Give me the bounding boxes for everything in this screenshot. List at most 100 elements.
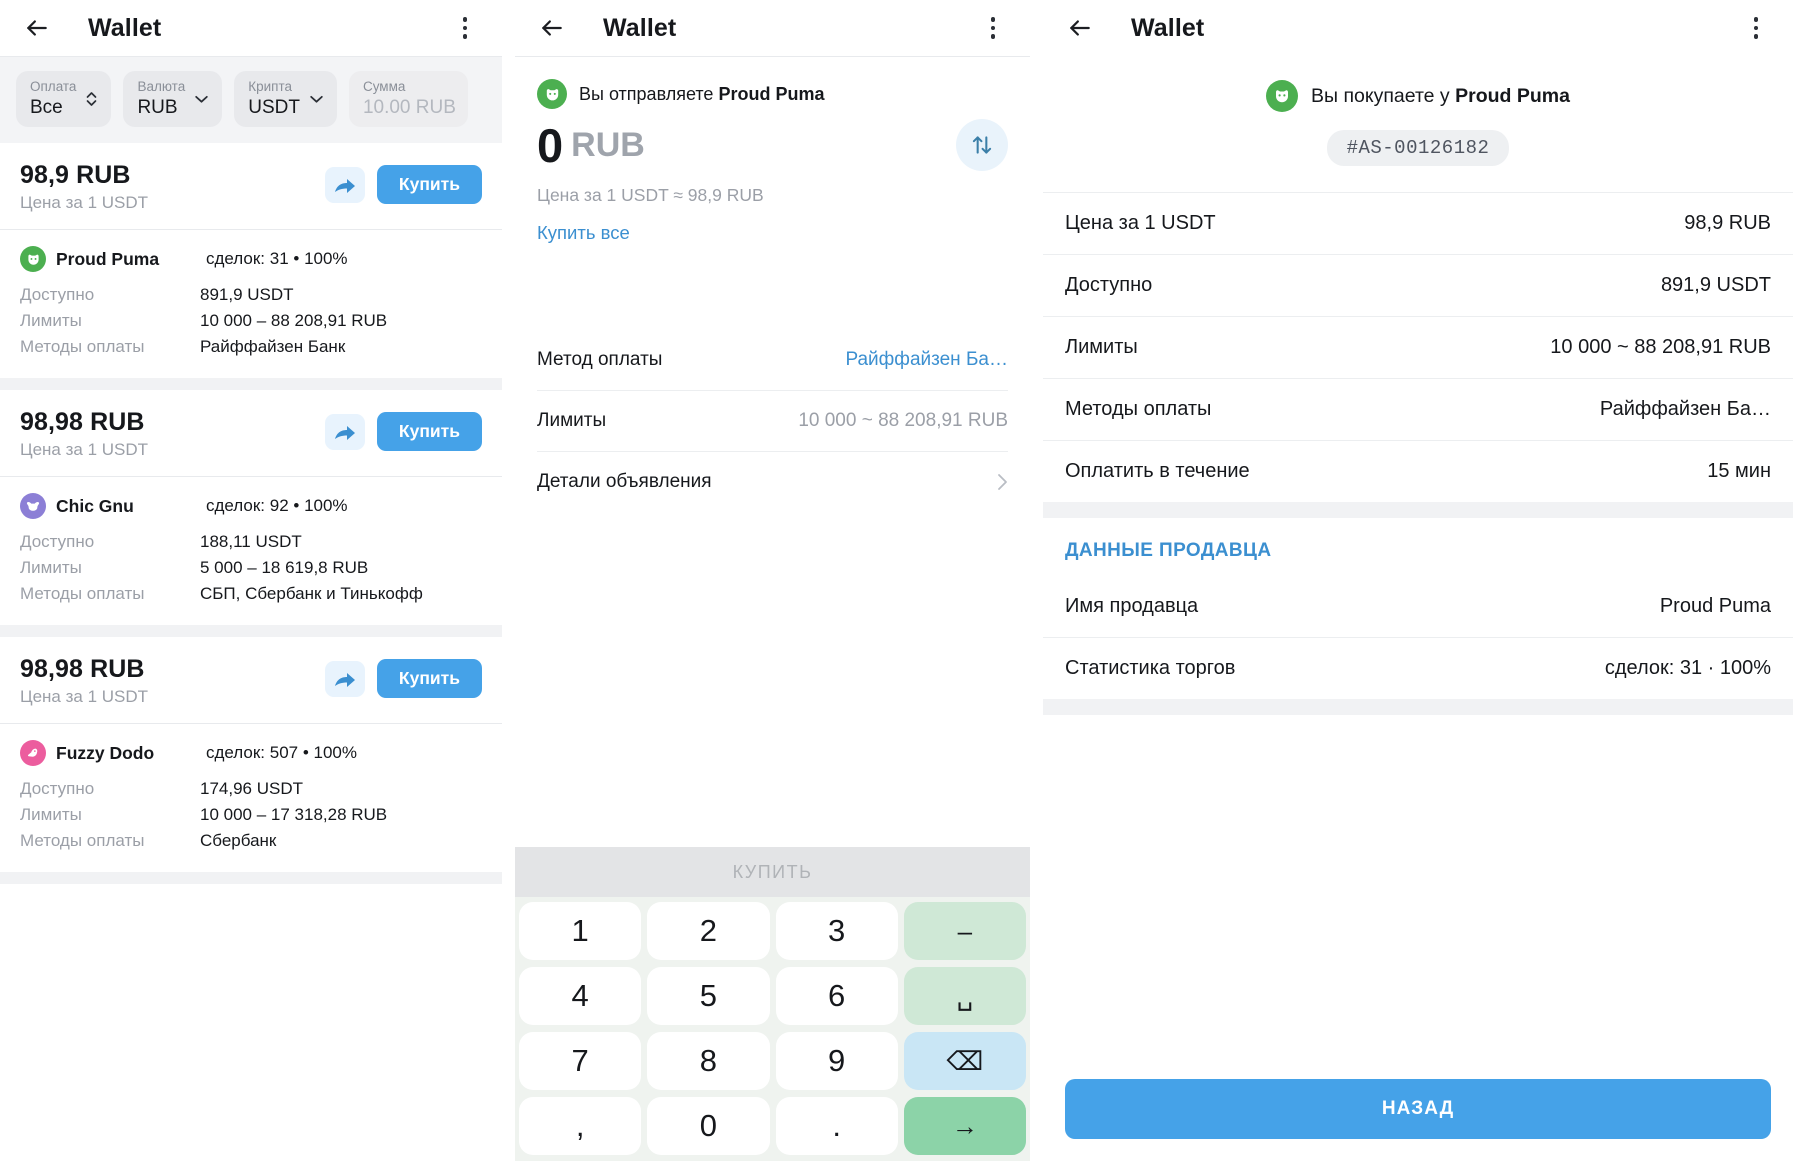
row-label: Цена за 1 USDT [1065,212,1216,234]
merchant-name: Chic Gnu [56,495,134,516]
key-4[interactable]: 4 [519,967,642,1025]
key-2[interactable]: 2 [647,902,770,960]
seller-text: Вы покупаете у Proud Puma [1311,85,1570,108]
panel-offer-list: Wallet Оплата Все Валюта RUB Крипта USDT… [0,0,502,1161]
offer-card-header: 98,98 RUB Цена за 1 USDT Купить [0,637,502,723]
row-ad-details[interactable]: Детали объявления [537,452,1008,512]
merchant-name: Proud Puma [56,248,160,269]
key-8[interactable]: 8 [647,1032,770,1090]
row-label: Методы оплаты [1065,398,1212,420]
detail-value: Сбербанк [200,831,277,851]
buy-button[interactable]: Купить [376,165,482,205]
seller-name: Proud Puma [1455,84,1570,107]
top-app-bar-2: Wallet [515,0,1030,56]
offer-card[interactable]: 98,98 RUB Цена за 1 USDT Купить Fuzzy Do… [0,637,502,873]
key-3[interactable]: 3 [775,902,898,960]
merchant-stats: сделок: 31 • 100% [206,249,348,269]
row-label: Лимиты [1065,336,1138,358]
kebab-menu-icon[interactable] [980,15,1006,41]
filter-label: Сумма [362,79,406,94]
back-arrow-icon[interactable] [1065,13,1095,43]
key-0[interactable]: 0 [647,1097,770,1155]
row-payment-method[interactable]: Метод оплаты Райффайзен Ба… [537,330,1008,391]
key-9[interactable]: 9 [775,1032,898,1090]
panel-separator [502,0,515,1161]
kebab-menu-icon[interactable] [452,15,478,41]
filter-chip-amount[interactable]: Сумма 10.00 RUB [348,71,468,128]
detail-value: 10 000 – 17 318,28 RUB [200,805,388,825]
detail-row-available: Доступно 174,96 USDT [20,776,482,802]
key-minus[interactable]: – [903,902,1026,960]
back-button[interactable]: НАЗАД [1065,1079,1771,1139]
key-7[interactable]: 7 [519,1032,642,1090]
merchant-stats: сделок: 507 • 100% [206,743,357,763]
key-comma[interactable]: , [519,1097,642,1155]
top-app-bar-3: Wallet [1043,0,1793,56]
swap-vertical-icon[interactable] [956,119,1008,171]
key-6[interactable]: 6 [775,967,898,1025]
buy-all-link[interactable]: Купить все [537,222,1008,244]
share-arrow-icon[interactable] [324,166,365,203]
kebab-menu-icon[interactable] [1743,15,1769,41]
row-label: Метод оплаты [537,349,663,370]
buy-button[interactable]: Купить [376,412,482,452]
row-label: Оплатить в течение [1065,460,1250,482]
amount-value[interactable]: 0 [537,122,563,169]
filter-chip-crypto[interactable]: Крипта USDT [234,71,337,128]
offer-actions: Купить [324,655,482,699]
row-value: сделок: 31 · 100% [1604,657,1771,679]
detail-label: Методы оплаты [20,831,145,851]
key-backspace[interactable]: ⌫ [903,1032,1026,1090]
panel-buy-amount: Wallet Вы отправляете Proud Puma 0 RUB Ц… [515,0,1030,1161]
offer-card[interactable]: 98,98 RUB Цена за 1 USDT Купить Chic Gnu… [0,390,502,626]
filter-label: Крипта [248,79,292,94]
row-value: 98,9 RUB [1684,212,1771,234]
filter-chip-currency[interactable]: Валюта RUB [123,71,223,128]
seller-name: Proud Puma [718,83,825,104]
key-1[interactable]: 1 [519,902,642,960]
share-arrow-icon[interactable] [324,413,365,450]
key-space[interactable]: ␣ [903,967,1026,1025]
offer-price-caption: Цена за 1 USDT [20,193,149,213]
row-value: Proud Puma [1659,595,1771,617]
offer-actions: Купить [324,408,482,452]
back-arrow-icon[interactable] [22,13,52,43]
row-trade-stats: Статистика торгов сделок: 31 · 100% [1043,638,1793,699]
order-summary-rows: Метод оплаты Райффайзен Ба… Лимиты 10 00… [515,330,1030,512]
detail-label: Лимиты [20,311,82,331]
filter-label: Оплата [30,79,77,94]
row-limits: Лимиты 10 000 ~ 88 208,91 RUB [1043,317,1793,379]
key-period[interactable]: . [775,1097,898,1155]
row-limits: Лимиты 10 000 ~ 88 208,91 RUB [537,391,1008,452]
order-id-badge[interactable]: #AS-00126182 [1326,130,1510,166]
page-title: Wallet [603,13,677,42]
offer-price-caption: Цена за 1 USDT [20,440,149,460]
gnu-avatar-icon [20,493,46,520]
row-available: Доступно 891,9 USDT [1043,255,1793,317]
order-id-wrap: #AS-00126182 [1043,130,1793,166]
seller-info-rows: Имя продавца Proud Puma Статистика торго… [1043,576,1793,699]
offer-card[interactable]: 98,9 RUB Цена за 1 USDT Купить Proud Pum… [0,143,502,379]
merchant-row: Fuzzy Dodo сделок: 507 • 100% [0,724,502,772]
merchant-row: Proud Puma сделок: 31 • 100% [0,230,502,278]
row-label: Детали объявления [537,471,712,492]
offer-price-block: 98,9 RUB Цена за 1 USDT [20,161,325,213]
detail-row-limits: Лимиты 5 000 – 18 619,8 RUB [20,555,482,581]
key-5[interactable]: 5 [647,967,770,1025]
seller-prefix: Вы покупаете у [1311,84,1456,107]
buy-button[interactable]: Купить [376,659,482,699]
filter-label: Валюта [137,79,186,94]
row-label: Имя продавца [1065,595,1199,617]
detail-value: СБП, Сбербанк и Тинькофф [200,584,423,604]
filter-bar: Оплата Все Валюта RUB Крипта USDT Сумма … [0,56,502,144]
back-arrow-icon[interactable] [537,13,567,43]
section-gap [0,378,502,391]
filter-value: USDT [248,96,300,118]
offer-price: 98,98 RUB [20,408,145,437]
key-enter[interactable]: → [903,1097,1026,1155]
page-title: Wallet [1131,13,1205,42]
chevron-down-icon [195,95,208,103]
share-arrow-icon[interactable] [324,660,365,697]
filter-chip-payment[interactable]: Оплата Все [16,71,112,128]
detail-row-available: Доступно 188,11 USDT [20,529,482,555]
